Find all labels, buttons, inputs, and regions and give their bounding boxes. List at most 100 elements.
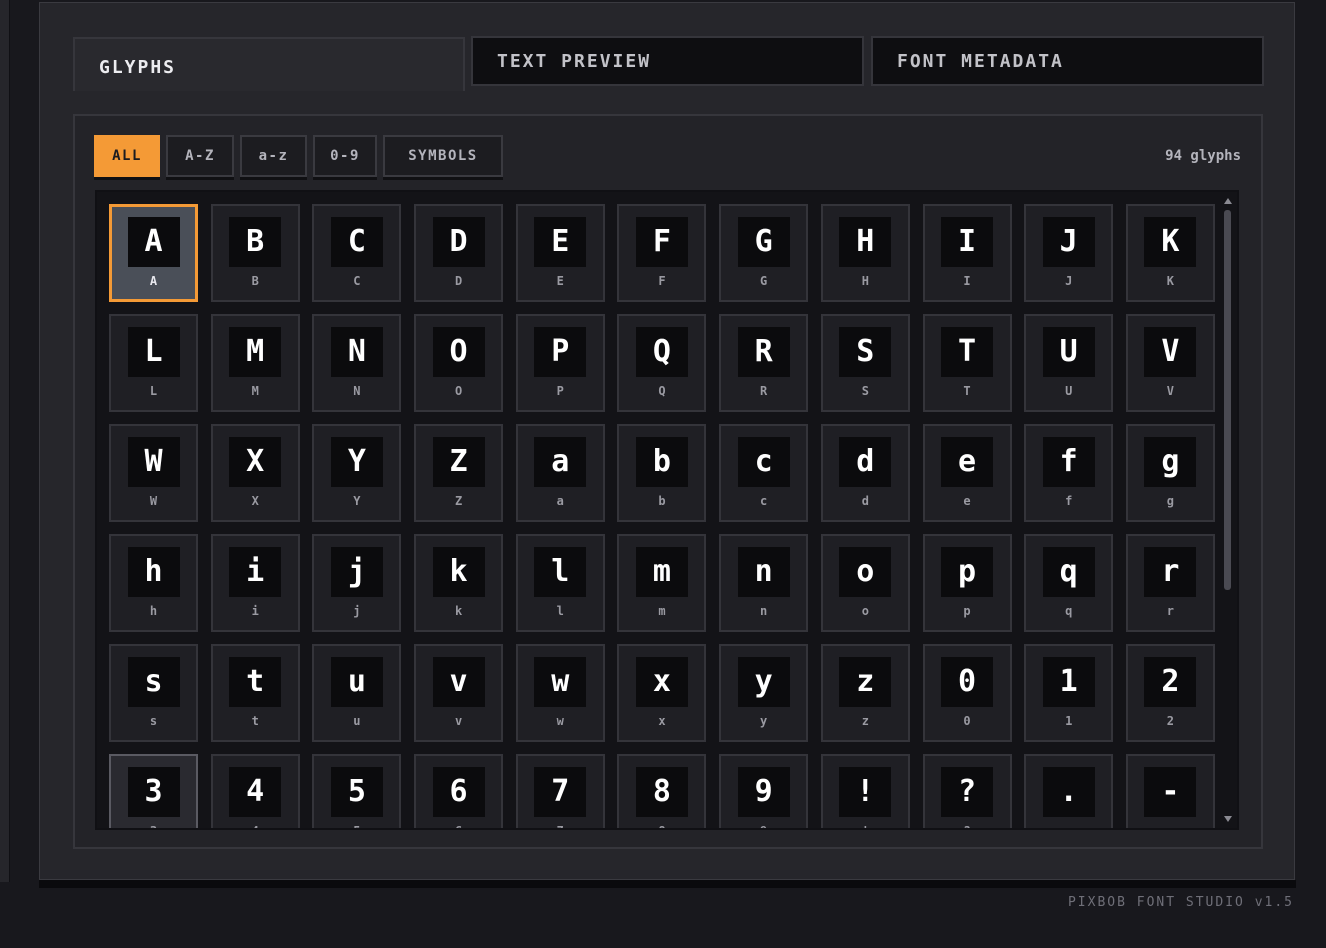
glyph-cell[interactable]: qq — [1024, 534, 1114, 632]
glyph-cell[interactable]: NN — [312, 314, 402, 412]
glyph-cell[interactable]: kk — [414, 534, 504, 632]
glyph-cell[interactable]: 88 — [617, 754, 707, 828]
glyph-cell[interactable]: ff — [1024, 424, 1114, 522]
glyph-cell[interactable]: 66 — [414, 754, 504, 828]
glyph-cell[interactable]: 77 — [515, 754, 605, 828]
glyph-cell[interactable]: mm — [617, 534, 707, 632]
glyph-preview: R — [737, 327, 790, 377]
glyph-label: 3 — [111, 824, 196, 828]
glyph-cell[interactable]: EE — [515, 204, 605, 302]
glyph-cell[interactable]: VV — [1125, 314, 1215, 412]
glyph-cell[interactable]: AA — [109, 204, 198, 302]
glyph-cell[interactable]: -- — [1125, 754, 1215, 828]
filter-digits-button[interactable]: 0-9 — [313, 135, 377, 177]
glyph-cell[interactable]: 00 — [922, 644, 1012, 742]
glyph-cell[interactable]: zz — [820, 644, 910, 742]
glyph-cell[interactable]: rr — [1125, 534, 1215, 632]
glyph-cell[interactable]: tt — [210, 644, 300, 742]
glyph-cell[interactable]: uu — [312, 644, 402, 742]
glyph-cell[interactable]: cc — [719, 424, 809, 522]
glyph-cell[interactable]: dd — [820, 424, 910, 522]
glyph-cell[interactable]: 33 — [109, 754, 198, 828]
glyph-preview: W — [127, 437, 180, 487]
glyph-cell[interactable]: vv — [414, 644, 504, 742]
tab-text-preview[interactable]: TEXT PREVIEW — [471, 36, 864, 86]
glyph-cell[interactable]: .. — [1024, 754, 1114, 828]
glyph-cell[interactable]: hh — [109, 534, 198, 632]
glyph-cell[interactable]: xx — [617, 644, 707, 742]
scroll-up-arrow-icon[interactable] — [1224, 198, 1232, 204]
vertical-scrollbar[interactable] — [1221, 192, 1235, 828]
glyph-cell[interactable]: OO — [414, 314, 504, 412]
glyph-grid-viewport[interactable]: AABBCCDDEEFFGGHHIIJJKK LLMMNNOOPPQQRRSSTT… — [95, 190, 1239, 830]
glyph-cell[interactable]: FF — [617, 204, 707, 302]
glyph-cell[interactable]: HH — [820, 204, 910, 302]
glyph-cell[interactable]: DD — [414, 204, 504, 302]
glyph-label: N — [353, 384, 361, 398]
tab-glyphs[interactable]: GLYPHS — [73, 37, 465, 91]
glyph-label: e — [963, 494, 971, 508]
glyph-cell[interactable]: PP — [515, 314, 605, 412]
glyph-cell[interactable]: 44 — [210, 754, 300, 828]
glyph-cell[interactable]: TT — [922, 314, 1012, 412]
tab-font-metadata[interactable]: FONT METADATA — [871, 36, 1264, 86]
glyph-cell[interactable]: LL — [109, 314, 198, 412]
glyph-cell[interactable]: ii — [210, 534, 300, 632]
glyph-label: I — [963, 274, 971, 288]
glyph-cell[interactable]: ?? — [922, 754, 1012, 828]
filter-lowercase-button[interactable]: a-z — [240, 135, 307, 177]
glyph-cell[interactable]: SS — [820, 314, 910, 412]
glyph-cell[interactable]: XX — [210, 424, 300, 522]
glyph-label: Z — [454, 494, 463, 508]
glyph-preview: O — [432, 327, 485, 377]
glyph-cell[interactable]: oo — [820, 534, 910, 632]
glyph-cell[interactable]: YY — [312, 424, 402, 522]
glyph-cell[interactable]: bb — [617, 424, 707, 522]
glyph-label: 9 — [721, 824, 806, 828]
glyph-preview: D — [432, 217, 485, 267]
scroll-down-arrow-icon[interactable] — [1224, 816, 1232, 822]
glyph-cell[interactable]: JJ — [1024, 204, 1114, 302]
glyph-cell[interactable]: nn — [719, 534, 809, 632]
filter-symbols-button[interactable]: SYMBOLS — [383, 135, 503, 177]
glyph-cell[interactable]: jj — [312, 534, 402, 632]
glyph-cell[interactable]: gg — [1125, 424, 1215, 522]
glyph-preview: m — [635, 547, 688, 597]
glyph-cell[interactable]: ll — [515, 534, 605, 632]
scrollbar-thumb[interactable] — [1224, 210, 1231, 590]
glyph-cell[interactable]: ww — [515, 644, 605, 742]
glyph-cell[interactable]: 11 — [1024, 644, 1114, 742]
glyph-label: 6 — [416, 824, 501, 828]
glyph-cell[interactable]: KK — [1125, 204, 1215, 302]
glyph-cell[interactable]: ZZ — [414, 424, 504, 522]
tab-glyphs-label: GLYPHS — [99, 56, 177, 78]
glyph-cell[interactable]: BB — [210, 204, 300, 302]
glyph-cell[interactable]: II — [922, 204, 1012, 302]
filter-uppercase-button[interactable]: A-Z — [166, 135, 234, 177]
glyph-label: 0 — [963, 714, 971, 728]
glyph-preview: i — [229, 547, 282, 597]
glyph-cell[interactable]: RR — [719, 314, 809, 412]
glyph-cell[interactable]: WW — [109, 424, 198, 522]
glyph-cell[interactable]: ss — [109, 644, 198, 742]
glyph-label: S — [861, 384, 869, 398]
glyph-cell[interactable]: UU — [1024, 314, 1114, 412]
glyph-cell[interactable]: 55 — [312, 754, 402, 828]
glyph-preview: 6 — [432, 767, 485, 817]
glyph-cell[interactable]: ee — [922, 424, 1012, 522]
filter-all-button[interactable]: ALL — [94, 135, 160, 177]
glyph-cell[interactable]: pp — [922, 534, 1012, 632]
glyph-cell[interactable]: QQ — [617, 314, 707, 412]
glyph-cell[interactable]: CC — [312, 204, 402, 302]
glyph-label: J — [1065, 274, 1073, 288]
glyph-label: y — [760, 714, 768, 728]
glyph-cell[interactable]: !! — [820, 754, 910, 828]
glyph-label: L — [149, 384, 158, 398]
glyph-cell[interactable]: aa — [515, 424, 605, 522]
glyph-cell[interactable]: GG — [719, 204, 809, 302]
glyph-cell[interactable]: yy — [719, 644, 809, 742]
glyph-preview: G — [737, 217, 790, 267]
glyph-cell[interactable]: 22 — [1125, 644, 1215, 742]
glyph-cell[interactable]: 99 — [719, 754, 809, 828]
glyph-cell[interactable]: MM — [210, 314, 300, 412]
